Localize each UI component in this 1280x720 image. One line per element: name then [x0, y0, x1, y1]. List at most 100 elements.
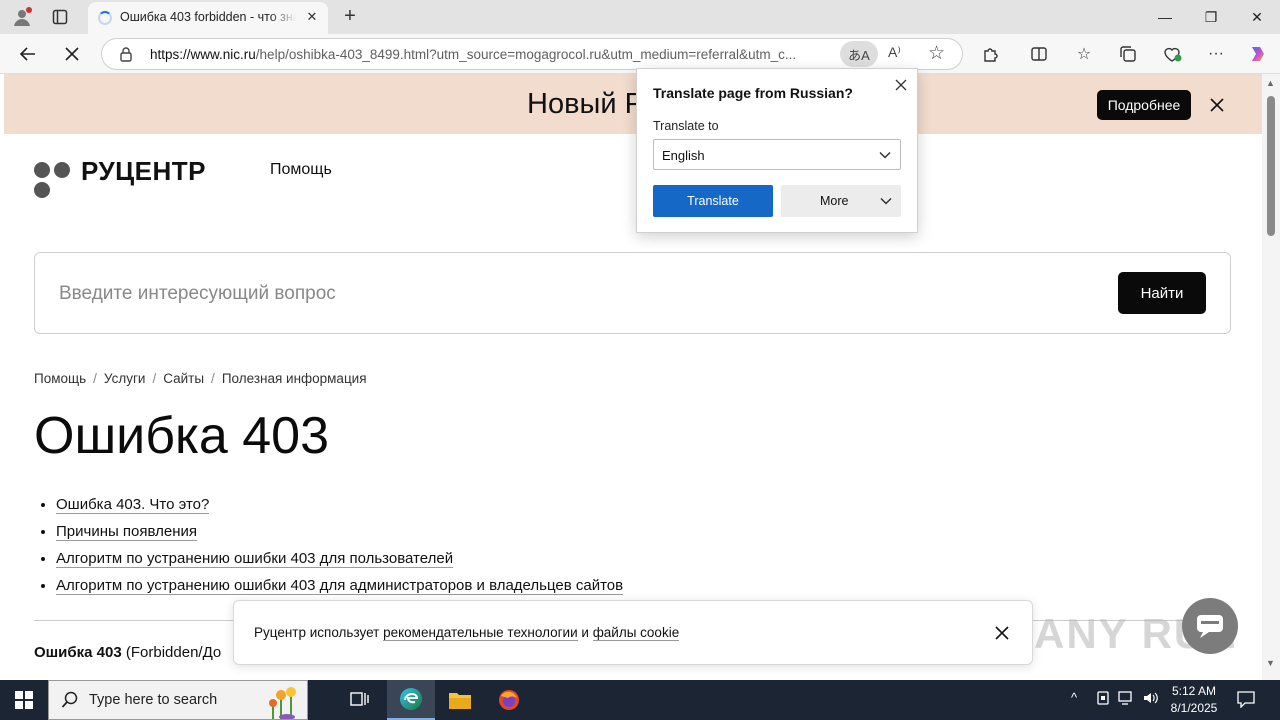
translate-popup-close-icon[interactable] [893, 77, 909, 93]
firefox-icon[interactable] [485, 680, 533, 720]
breadcrumb-item-useful-info[interactable]: Полезная информация [222, 371, 367, 386]
settings-more-icon[interactable]: ··· [1205, 43, 1227, 65]
toc-link-causes[interactable]: Причины появления [56, 523, 198, 541]
table-of-contents: Ошибка 403. Что это? Причины появления А… [56, 496, 624, 604]
url-domain: https://www.nic.ru [150, 47, 256, 62]
start-button[interactable] [0, 680, 48, 720]
restore-button[interactable]: ❐ [1188, 0, 1234, 34]
breadcrumb-item-help[interactable]: Помощь [34, 371, 86, 386]
scroll-up-icon[interactable]: ▲ [1266, 78, 1275, 88]
browser-tab-bar: Ошибка 403 forbidden - что значит ✕ + — … [0, 0, 1280, 34]
tray-expand-icon[interactable]: ^ [1071, 690, 1077, 705]
tab-title: Ошибка 403 forbidden - что значит [120, 10, 296, 24]
collections-icon[interactable] [1117, 43, 1139, 65]
taskbar-search[interactable]: Type here to search [48, 680, 308, 720]
tab-close-button[interactable]: ✕ [304, 9, 320, 25]
cookie-files-link[interactable]: файлы cookie [592, 625, 680, 641]
target-language-select[interactable]: English [653, 139, 901, 170]
web-page: Новый Р Подробнее РУЦЕНТР Помощь Найти П… [4, 74, 1262, 680]
toc-item: Причины появления [56, 523, 623, 550]
search-button[interactable]: Найти [1118, 272, 1206, 314]
breadcrumb-item-sites[interactable]: Сайты [163, 371, 204, 386]
banner-text: Новый Р [527, 88, 644, 120]
scrollbar-thumb[interactable] [1267, 96, 1275, 236]
edge-taskbar-icon[interactable] [387, 680, 435, 720]
breadcrumb: Помощь / Услуги / Сайты / Полезная инфор… [34, 371, 367, 386]
site-logo-text[interactable]: РУЦЕНТР [81, 156, 206, 187]
favorites-icon[interactable]: ☆ [1073, 43, 1095, 65]
toc-item: Ошибка 403. Что это? [56, 496, 623, 523]
breadcrumb-separator: / [211, 371, 215, 386]
stop-loading-button[interactable] [58, 41, 86, 67]
intro-bold: Ошибка 403 [34, 644, 122, 661]
new-tab-button[interactable]: + [338, 5, 362, 29]
browser-essentials-icon[interactable] [1161, 43, 1183, 65]
split-screen-icon[interactable] [1028, 43, 1050, 65]
copilot-icon[interactable] [1247, 43, 1269, 65]
page-scrollbar[interactable]: ▲ ▼ [1262, 74, 1280, 680]
tab-actions-icon[interactable] [48, 5, 72, 29]
banner-close-icon[interactable] [1206, 94, 1228, 116]
cookie-text: Руцентр использует рекомендательные техн… [254, 625, 680, 641]
translate-to-label: Translate to [653, 119, 719, 133]
toc-item: Алгоритм по устранению ошибки 403 для по… [56, 550, 623, 577]
translate-button[interactable]: Translate [653, 185, 773, 217]
url-text[interactable]: https://www.nic.ru/help/oshibka-403_8499… [150, 47, 832, 62]
tray-device-icon[interactable] [1096, 690, 1110, 709]
cookie-recommend-link[interactable]: рекомендательные технологии [383, 625, 578, 641]
page-title: Ошибка 403 [34, 407, 330, 465]
translate-popup: Translate page from Russian? Translate t… [636, 68, 918, 233]
selected-language: English [662, 148, 705, 163]
breadcrumb-separator: / [93, 371, 97, 386]
clock-time: 5:12 AM [1171, 684, 1217, 698]
toc-link-what-is-it[interactable]: Ошибка 403. Что это? [56, 496, 210, 514]
banner-details-button[interactable]: Подробнее [1097, 90, 1191, 120]
breadcrumb-item-services[interactable]: Услуги [104, 371, 146, 386]
volume-icon[interactable] [1142, 690, 1160, 709]
network-icon[interactable] [1118, 690, 1136, 709]
translate-icon[interactable]: あA [840, 41, 878, 67]
chat-icon [1197, 615, 1223, 638]
taskbar-search-placeholder: Type here to search [89, 692, 218, 708]
scroll-down-icon[interactable]: ▼ [1266, 658, 1275, 668]
toc-link-user-fix[interactable]: Алгоритм по устранению ошибки 403 для по… [56, 550, 454, 568]
cookie-text-prefix: Руцентр использует [254, 625, 384, 640]
help-search-box: Найти [34, 252, 1231, 334]
file-explorer-icon[interactable] [436, 680, 484, 720]
active-tab[interactable]: Ошибка 403 forbidden - что значит ✕ [88, 2, 328, 34]
read-aloud-icon[interactable]: A⁾ [888, 44, 901, 61]
breadcrumb-separator: / [152, 371, 157, 386]
cookie-notice: Руцентр использует рекомендательные техн… [233, 600, 1033, 665]
help-search-input[interactable] [59, 277, 1059, 311]
window-close-button[interactable]: ✕ [1234, 0, 1280, 34]
windows-logo-icon [15, 691, 33, 709]
address-bar[interactable]: https://www.nic.ru/help/oshibka-403_8499… [101, 38, 963, 70]
extensions-icon[interactable] [980, 43, 1002, 65]
toc-link-admin-fix[interactable]: Алгоритм по устранению ошибки 403 для ад… [56, 577, 624, 595]
minimize-button[interactable]: — [1142, 0, 1188, 34]
taskbar-clock[interactable]: 5:12 AM 8/1/2025 [1162, 683, 1226, 717]
notifications-icon[interactable] [1236, 690, 1258, 710]
more-label: More [820, 194, 849, 208]
clock-date: 8/1/2025 [1170, 701, 1218, 715]
profile-icon[interactable] [10, 5, 34, 29]
favorite-star-icon[interactable]: ☆ [928, 42, 945, 65]
more-options-button[interactable]: More [781, 185, 901, 217]
chat-widget-button[interactable] [1182, 598, 1238, 654]
site-logo-icon[interactable] [34, 162, 74, 202]
intro-paragraph: Ошибка 403 (Forbidden/До [34, 644, 221, 661]
flowers-decoration-icon [269, 687, 296, 719]
nav-help-link[interactable]: Помощь [270, 161, 332, 179]
search-icon [61, 691, 78, 708]
lock-icon[interactable] [118, 46, 134, 67]
chevron-down-icon [879, 151, 891, 159]
task-view-icon[interactable] [336, 680, 384, 720]
back-button[interactable] [14, 41, 42, 67]
url-path: /help/oshibka-403_8499.html?utm_source=m… [255, 47, 797, 62]
intro-rest: (Forbidden/До [121, 644, 222, 661]
loading-spinner-icon [98, 11, 112, 25]
chevron-down-icon [880, 197, 892, 205]
cookie-text-middle: и [577, 625, 593, 640]
windows-taskbar: Type here to search ^ 5:12 AM 8/1/2025 [0, 680, 1280, 720]
cookie-close-icon[interactable] [992, 623, 1012, 643]
